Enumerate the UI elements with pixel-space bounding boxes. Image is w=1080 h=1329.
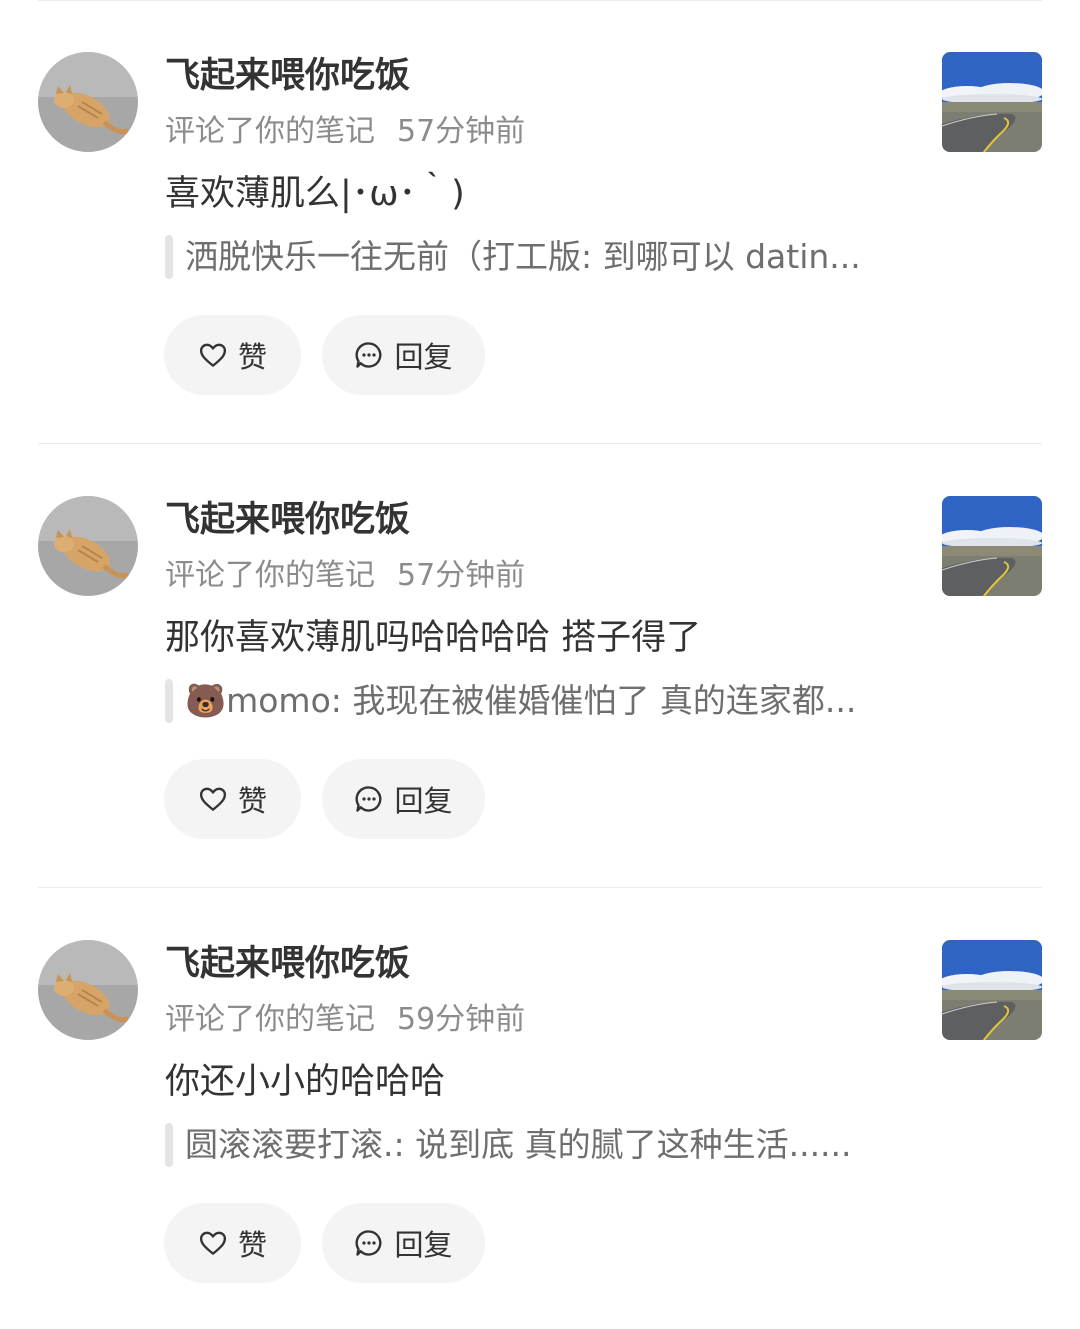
username[interactable]: 飞起来喂你吃饭 (165, 940, 410, 988)
cat-avatar-image (38, 496, 138, 596)
like-label: 赞 (237, 1228, 267, 1262)
like-label: 赞 (237, 784, 267, 818)
action-text: 评论了你的笔记 (165, 114, 375, 149)
road-landscape-image (942, 52, 1042, 152)
note-thumbnail[interactable] (942, 496, 1042, 596)
notification-meta: 评论了你的笔记 57分钟前 (165, 556, 525, 596)
quote-bar (165, 1123, 173, 1167)
heart-outline-icon (198, 784, 228, 814)
note-thumbnail[interactable] (942, 940, 1042, 1040)
reply-label: 回复 (394, 340, 453, 374)
quote-text: 洒脱快乐一往无前（打工版: 到哪可以 datin... (185, 237, 861, 276)
notification-meta: 评论了你的笔记 57分钟前 (165, 112, 525, 152)
comment-text[interactable]: 那你喜欢薄肌吗哈哈哈哈 搭子得了 (165, 614, 701, 662)
avatar[interactable] (38, 940, 138, 1040)
action-text: 评论了你的笔记 (165, 558, 375, 593)
quote-bar (165, 679, 173, 723)
like-button[interactable]: 赞 (164, 759, 301, 839)
cat-avatar-image (38, 52, 138, 152)
quoted-comment[interactable]: 圆滚滚要打滚.: 说到底 真的腻了这种生活...... (165, 1122, 852, 1168)
comment-text[interactable]: 你还小小的哈哈哈 (165, 1058, 445, 1106)
like-label: 赞 (237, 340, 267, 374)
quoted-comment[interactable]: 洒脱快乐一往无前（打工版: 到哪可以 datin... (165, 234, 861, 280)
username[interactable]: 飞起来喂你吃饭 (165, 496, 410, 544)
quote-bar (165, 235, 173, 279)
timestamp: 59分钟前 (397, 1002, 526, 1037)
notification-item: 飞起来喂你吃饭 评论了你的笔记 59分钟前 你还小小的哈哈哈 圆滚滚要打滚.: 说… (0, 888, 1080, 1329)
quoted-comment[interactable]: 🐻momo: 我现在被催婚催怕了 真的连家都... (165, 678, 856, 724)
road-landscape-image (942, 496, 1042, 596)
notification-item: 飞起来喂你吃饭 评论了你的笔记 57分钟前 喜欢薄肌么|･ω･｀) 洒脱快乐一往无… (0, 0, 1080, 444)
reply-button[interactable]: 回复 (322, 759, 485, 839)
reply-label: 回复 (394, 784, 453, 818)
notification-item: 飞起来喂你吃饭 评论了你的笔记 57分钟前 那你喜欢薄肌吗哈哈哈哈 搭子得了 🐻m… (0, 444, 1080, 888)
like-button[interactable]: 赞 (164, 315, 301, 395)
heart-outline-icon (198, 340, 228, 370)
reply-label: 回复 (394, 1228, 453, 1262)
action-text: 评论了你的笔记 (165, 1002, 375, 1037)
like-button[interactable]: 赞 (164, 1203, 301, 1283)
username[interactable]: 飞起来喂你吃饭 (165, 52, 410, 100)
avatar[interactable] (38, 496, 138, 596)
quote-text: 圆滚滚要打滚.: 说到底 真的腻了这种生活...... (185, 1125, 852, 1164)
avatar[interactable] (38, 52, 138, 152)
timestamp: 57分钟前 (397, 558, 526, 593)
road-landscape-image (942, 940, 1042, 1040)
cat-avatar-image (38, 940, 138, 1040)
chat-bubble-icon (354, 340, 384, 370)
chat-bubble-icon (354, 784, 384, 814)
notification-meta: 评论了你的笔记 59分钟前 (165, 1000, 525, 1040)
comment-text[interactable]: 喜欢薄肌么|･ω･｀) (165, 170, 465, 218)
quote-text: 🐻momo: 我现在被催婚催怕了 真的连家都... (185, 681, 857, 720)
timestamp: 57分钟前 (397, 114, 526, 149)
heart-outline-icon (198, 1228, 228, 1258)
reply-button[interactable]: 回复 (322, 1203, 485, 1283)
reply-button[interactable]: 回复 (322, 315, 485, 395)
note-thumbnail[interactable] (942, 52, 1042, 152)
chat-bubble-icon (354, 1228, 384, 1258)
